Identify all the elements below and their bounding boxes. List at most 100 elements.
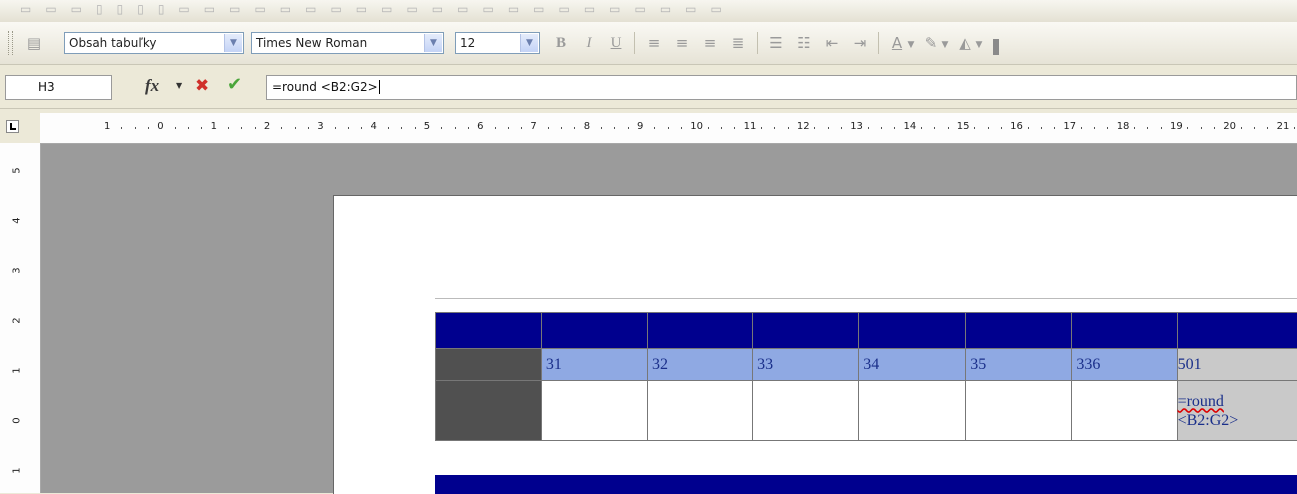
ruler-tick-label: 15: [957, 121, 970, 132]
ruler-tick-mark: [495, 127, 496, 129]
accept-icon[interactable]: ✔: [227, 74, 242, 96]
toolbar-separator: [757, 32, 758, 54]
highlight-icon[interactable]: ✎: [920, 33, 942, 53]
formula-bar: H3 fx ▼ ✖ ✔ =round <B2:G2>: [0, 65, 1297, 109]
ruler-tick-mark: [881, 127, 882, 129]
background-color-icon[interactable]: ◭: [954, 33, 976, 53]
ruler-tick-mark: [281, 127, 282, 129]
font-color-icon[interactable]: A: [886, 33, 908, 53]
ruler-tick-mark: [255, 127, 256, 129]
chevron-down-icon[interactable]: ▼: [224, 34, 242, 52]
ruler-tick-mark: [654, 127, 655, 129]
numbered-list-icon[interactable]: ☰: [765, 33, 787, 53]
table-cell[interactable]: 336: [1072, 349, 1177, 381]
table-header-cell[interactable]: [647, 313, 752, 349]
chevron-down-icon[interactable]: ▼: [176, 81, 182, 90]
sum-cell[interactable]: 501: [1177, 349, 1297, 381]
table-cell[interactable]: [859, 381, 966, 441]
cancel-icon[interactable]: ✖: [195, 75, 209, 97]
chevron-down-icon[interactable]: ▼: [974, 35, 984, 55]
ruler-tick-mark: [934, 127, 935, 129]
align-justify-icon[interactable]: ≣: [727, 33, 749, 53]
ruler-tick-mark: [361, 127, 362, 129]
increase-indent-icon[interactable]: ⇥: [849, 33, 871, 53]
font-size-select[interactable]: 12 ▼: [455, 32, 540, 54]
ruler-tick-label: 20: [1223, 121, 1236, 132]
ruler-tick-label: 2: [12, 317, 23, 323]
formula-input[interactable]: =round <B2:G2>: [266, 75, 1297, 100]
row-header-cell[interactable]: [436, 381, 542, 441]
table-cell[interactable]: [753, 381, 859, 441]
ruler-tick-mark: [761, 127, 762, 129]
table-row: 31 32 33 34 35 336 501: [436, 349, 1297, 381]
table-header-cell[interactable]: [436, 313, 542, 349]
chevron-down-icon[interactable]: ▼: [906, 35, 916, 55]
ruler-tick-mark: [455, 127, 456, 129]
table-cell[interactable]: [1072, 381, 1177, 441]
table-header-cell[interactable]: [1072, 313, 1177, 349]
ruler-tick-label: 14: [904, 121, 917, 132]
table-cell[interactable]: 31: [541, 349, 647, 381]
align-center-icon[interactable]: ≡: [671, 33, 693, 53]
ruler-tick-label: 3: [317, 121, 323, 132]
toolbar-handle[interactable]: [8, 31, 13, 55]
ruler-tick-mark: [1147, 127, 1148, 129]
decrease-indent-icon[interactable]: ⇤: [821, 33, 843, 53]
table-header-cell[interactable]: [1177, 313, 1297, 349]
table-cell[interactable]: 33: [753, 349, 859, 381]
paragraph-style-select[interactable]: Obsah tabuľky ▼: [64, 32, 244, 54]
ruler-tick-mark: [1081, 127, 1082, 129]
formula-text: =round <B2:G2>: [272, 80, 378, 94]
document-page[interactable]: 31 32 33 34 35 336 501 =round <B2:G2>: [333, 195, 1297, 494]
chevron-down-icon[interactable]: ▼: [424, 34, 442, 52]
ruler-tick-mark: [1254, 127, 1255, 129]
chevron-down-icon[interactable]: ▼: [940, 35, 950, 55]
ruler-tick-mark: [948, 127, 949, 129]
ruler-corner: [0, 113, 40, 143]
table-cell[interactable]: [541, 381, 647, 441]
chevron-down-icon[interactable]: ▼: [520, 34, 538, 52]
text-cursor: [379, 80, 380, 94]
italic-button[interactable]: I: [578, 33, 600, 53]
table-cell[interactable]: [647, 381, 752, 441]
ruler-tick-mark: [601, 127, 602, 129]
ruler-tick-mark: [721, 127, 722, 129]
table-header-cell[interactable]: [966, 313, 1072, 349]
table-cell[interactable]: 34: [859, 349, 966, 381]
ruler-tick-label: 5: [12, 167, 23, 173]
cell-reference-box[interactable]: H3: [5, 75, 112, 100]
vertical-ruler: 5432101: [0, 143, 41, 493]
ruler-tick-label: 13: [850, 121, 863, 132]
table-cell[interactable]: [966, 381, 1072, 441]
styles-icon[interactable]: ▤: [24, 33, 44, 53]
table-header-cell[interactable]: [541, 313, 647, 349]
ruler-tick-mark: [401, 127, 402, 129]
formula-cell[interactable]: =round <B2:G2>: [1177, 381, 1297, 441]
ruler-tick-mark: [1267, 127, 1268, 129]
function-icon[interactable]: fx: [145, 74, 167, 98]
align-right-icon[interactable]: ≡: [699, 33, 721, 53]
table-cell[interactable]: 32: [647, 349, 752, 381]
underline-button[interactable]: U: [605, 33, 627, 53]
ruler-tick-mark: [508, 127, 509, 129]
ruler-tick-mark: [388, 127, 389, 129]
toolbar-separator: [878, 32, 879, 54]
ruler-tick-label: 19: [1170, 121, 1183, 132]
ruler-tick-label: 1: [104, 121, 110, 132]
align-left-icon[interactable]: ≡: [643, 33, 665, 53]
tab-stop-icon[interactable]: [6, 120, 19, 133]
row-header-cell[interactable]: [436, 349, 542, 381]
bold-button[interactable]: B: [550, 33, 572, 53]
table-cell[interactable]: 35: [966, 349, 1072, 381]
ruler-tick-mark: [521, 127, 522, 129]
bullet-list-icon[interactable]: ☷: [793, 33, 815, 53]
standard-toolbar: ▭▭▭▯▯▯▯▭▭▭▭▭▭▭▭▭▭▭▭▭▭▭▭▭▭▭▭▭▭: [0, 0, 1297, 23]
table-header-cell[interactable]: [859, 313, 966, 349]
paragraph-style-value: Obsah tabuľky: [69, 36, 157, 50]
ruler-tick-label: 4: [12, 217, 23, 223]
toolbar-overflow-icon[interactable]: [993, 39, 999, 55]
ruler-tick-mark: [121, 127, 122, 129]
ruler-tick-mark: [148, 127, 149, 129]
table-header-cell[interactable]: [753, 313, 859, 349]
font-name-select[interactable]: Times New Roman ▼: [251, 32, 444, 54]
